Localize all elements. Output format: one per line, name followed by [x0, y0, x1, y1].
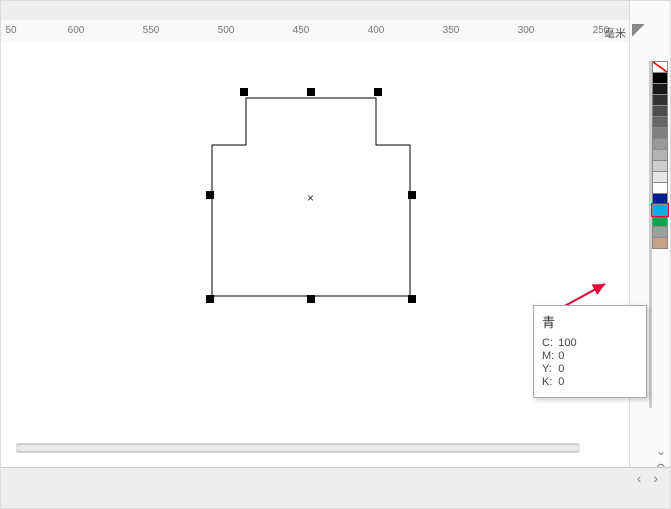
tooltip-c-value: 100: [558, 337, 580, 350]
status-bar: ‹ ›: [1, 467, 670, 508]
ruler-unit: 毫米: [604, 25, 626, 41]
palette-more-icon[interactable]: ⌄: [656, 444, 666, 458]
selection-handle-se[interactable]: [408, 295, 416, 303]
nav-prev-icon[interactable]: ‹: [637, 470, 646, 486]
top-toolbar: [1, 1, 670, 21]
selection-handle-e[interactable]: [408, 191, 416, 199]
tooltip-y-label: Y:: [542, 363, 558, 376]
swatch-brown[interactable]: [652, 237, 668, 249]
horizontal-scrollbar[interactable]: [16, 443, 580, 453]
ruler-tick: 500: [218, 25, 235, 36]
eyedropper-icon[interactable]: [632, 24, 648, 40]
ruler-tick: 50: [5, 25, 16, 36]
tooltip-c-label: C:: [542, 337, 558, 350]
tooltip-m-value: 0: [558, 350, 580, 363]
selection-handle-ne[interactable]: [374, 88, 382, 96]
drawing-canvas[interactable]: ×: [1, 42, 630, 468]
ruler-tick: 550: [143, 25, 160, 36]
ruler-tick: 400: [368, 25, 385, 36]
nav-next-icon[interactable]: ›: [653, 470, 662, 486]
tooltip-k-label: K:: [542, 376, 558, 389]
page-navigator[interactable]: ‹ ›: [637, 470, 662, 486]
horizontal-ruler: 50 600 550 500 450 400 350 300 250 毫米: [1, 20, 630, 43]
tooltip-k-value: 0: [558, 376, 580, 389]
color-tooltip: 青 C:100 M:0 Y:0 K:0: [533, 305, 647, 398]
selection-center-mark: ×: [307, 191, 314, 205]
ruler-tick: 300: [518, 25, 535, 36]
ruler-tick: 600: [68, 25, 85, 36]
selection-handle-sw[interactable]: [206, 295, 214, 303]
ruler-tick: 450: [293, 25, 310, 36]
tooltip-title: 青: [542, 312, 638, 331]
tooltip-m-label: M:: [542, 350, 558, 363]
tooltip-y-value: 0: [558, 363, 580, 376]
selection-handle-nw[interactable]: [240, 88, 248, 96]
right-panel: ⌄ ⚲: [629, 1, 670, 508]
ruler-tick: 350: [443, 25, 460, 36]
selection-handle-n[interactable]: [307, 88, 315, 96]
color-palette: [652, 61, 668, 248]
selection-handle-w[interactable]: [206, 191, 214, 199]
selection-handle-s[interactable]: [307, 295, 315, 303]
